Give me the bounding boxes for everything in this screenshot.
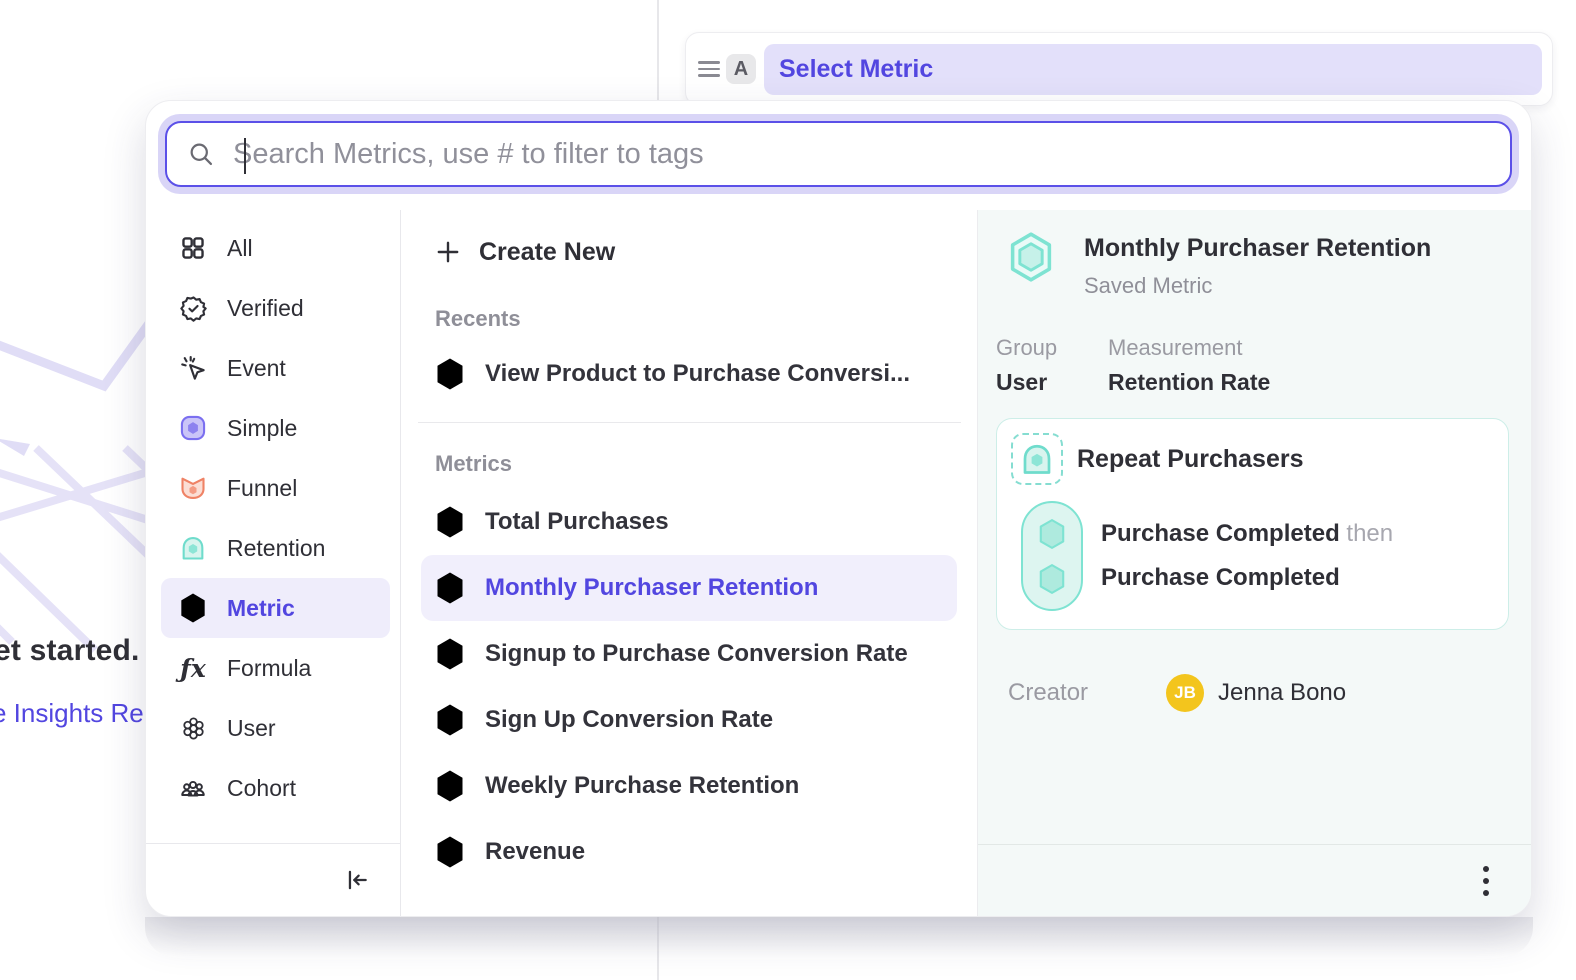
measurement-value: Retention Rate — [1108, 369, 1270, 396]
event-cursor-icon — [177, 355, 209, 382]
metric-list-column: Create New Recents View Product to Purch… — [401, 210, 978, 916]
search-input[interactable] — [233, 138, 1490, 171]
series-a-badge: A — [726, 54, 756, 84]
grid-icon — [177, 235, 209, 261]
metrics-section-label: Metrics — [401, 451, 977, 477]
sidebar-item-all[interactable]: All — [161, 218, 390, 278]
collapse-sidebar-icon[interactable] — [344, 867, 370, 893]
metric-row-signup-to-purchase-conversion-rate[interactable]: Signup to Purchase Conversion Rate — [421, 621, 957, 687]
sidebar-item-formula[interactable]: ƒx Formula — [161, 638, 390, 698]
metric-row-label: Revenue — [485, 838, 585, 866]
step-2-event: Purchase Completed — [1101, 564, 1340, 591]
recent-metric-label: View Product to Purchase Conversi... — [485, 360, 910, 388]
sidebar-item-label: Simple — [227, 415, 297, 442]
funnel-hexagon-icon — [435, 357, 465, 391]
saved-metric-hexagon-icon — [1008, 232, 1054, 282]
sidebar-item-label: User — [227, 715, 276, 742]
search-focus-ring — [158, 114, 1519, 194]
sidebar-item-label: Retention — [227, 535, 325, 562]
select-metric-pill[interactable]: Select Metric — [764, 44, 1542, 95]
sidebar-item-funnel[interactable]: Funnel — [161, 458, 390, 518]
step-hexagon-icon — [1038, 563, 1066, 595]
search-icon — [187, 140, 215, 168]
simple-hexagon-icon — [435, 505, 465, 539]
sidebar-item-verified[interactable]: Verified — [161, 278, 390, 338]
metric-row-label: Total Purchases — [485, 508, 669, 536]
metric-row-monthly-purchaser-retention[interactable]: Monthly Purchaser Retention — [421, 555, 957, 621]
metric-row-label: Signup to Purchase Conversion Rate — [485, 640, 908, 668]
sidebar-item-label: All — [227, 235, 253, 262]
simple-metric-icon — [177, 414, 209, 442]
user-cluster-icon — [177, 715, 209, 742]
sidebar-item-simple[interactable]: Simple — [161, 398, 390, 458]
sidebar-item-label: Funnel — [227, 475, 297, 502]
sequence-capsule — [1021, 501, 1083, 611]
create-new-button[interactable]: Create New — [401, 224, 977, 280]
repeat-purchasers-card: Repeat Purchasers — [996, 418, 1509, 630]
sidebar-item-label: Formula — [227, 655, 311, 682]
metric-row-sign-up-conversion-rate[interactable]: Sign Up Conversion Rate — [421, 687, 957, 753]
metric-picker-modal: All Verified — [145, 100, 1532, 917]
text-caret — [244, 138, 246, 174]
modal-drop-shadow — [145, 917, 1533, 957]
step-1-event: Purchase Completed — [1101, 520, 1340, 547]
sidebar-item-label: Verified — [227, 295, 304, 322]
verified-badge-icon — [177, 295, 209, 322]
background-decoration-lines — [0, 320, 150, 670]
funnel-metric-icon — [177, 474, 209, 502]
creator-avatar: JB — [1166, 674, 1204, 712]
then-connector: then — [1346, 520, 1393, 547]
drag-handle-icon[interactable] — [698, 58, 720, 80]
step-hexagon-icon — [1038, 518, 1066, 550]
metric-hexagon-icon — [177, 592, 209, 624]
group-label: Group — [996, 335, 1084, 361]
retention-hexagon-icon — [435, 571, 465, 605]
sidebar-item-label: Metric — [227, 595, 295, 622]
more-options-icon[interactable] — [1483, 866, 1489, 896]
metric-row-label: Weekly Purchase Retention — [485, 772, 799, 800]
sidebar-item-label: Cohort — [227, 775, 296, 802]
metric-row-total-purchases[interactable]: Total Purchases — [421, 489, 957, 555]
cohort-people-icon — [177, 774, 209, 802]
measurement-label: Measurement — [1108, 335, 1270, 361]
create-new-label: Create New — [479, 238, 615, 267]
retention-metric-icon — [177, 534, 209, 562]
retention-hexagon-icon — [435, 769, 465, 803]
detail-title: Monthly Purchaser Retention — [1084, 234, 1431, 263]
creator-label: Creator — [1008, 679, 1148, 707]
sidebar-item-retention[interactable]: Retention — [161, 518, 390, 578]
background-heading-fragment: et started. — [0, 634, 140, 668]
sidebar-item-user[interactable]: User — [161, 698, 390, 758]
recent-metric-row[interactable]: View Product to Purchase Conversi... — [421, 342, 957, 406]
cohort-card-title: Repeat Purchasers — [1077, 445, 1304, 474]
funnel-hexagon-icon — [435, 703, 465, 737]
sidebar-item-cohort[interactable]: Cohort — [161, 758, 390, 818]
search-box[interactable] — [165, 121, 1512, 187]
creator-name: Jenna Bono — [1218, 679, 1346, 707]
metric-row-label: Monthly Purchaser Retention — [485, 574, 818, 602]
detail-panel-footer — [978, 844, 1531, 916]
formula-icon: ƒx — [177, 654, 209, 683]
recents-section-label: Recents — [401, 306, 977, 332]
detail-subtitle: Saved Metric — [1084, 273, 1431, 299]
section-divider — [418, 422, 961, 423]
group-value: User — [996, 369, 1084, 396]
metric-row-revenue[interactable]: Revenue — [421, 819, 957, 885]
sidebar-footer — [146, 843, 400, 916]
metric-row-weekly-purchase-retention[interactable]: Weekly Purchase Retention — [421, 753, 957, 819]
metric-row-label: Sign Up Conversion Rate — [485, 706, 773, 734]
simple-hexagon-icon — [435, 835, 465, 869]
sidebar-item-label: Event — [227, 355, 286, 382]
metric-detail-panel: Monthly Purchaser Retention Saved Metric… — [978, 210, 1531, 916]
cohort-dashed-icon — [1011, 433, 1063, 485]
background-insights-link-fragment[interactable]: e Insights Re — [0, 698, 144, 729]
select-metric-bar[interactable]: A Select Metric — [685, 32, 1553, 106]
sidebar-item-event[interactable]: Event — [161, 338, 390, 398]
sidebar-item-metric[interactable]: Metric — [161, 578, 390, 638]
select-metric-label: Select Metric — [779, 55, 933, 84]
plus-icon — [435, 239, 461, 265]
filter-sidebar: All Verified — [146, 210, 401, 916]
funnel-hexagon-icon — [435, 637, 465, 671]
